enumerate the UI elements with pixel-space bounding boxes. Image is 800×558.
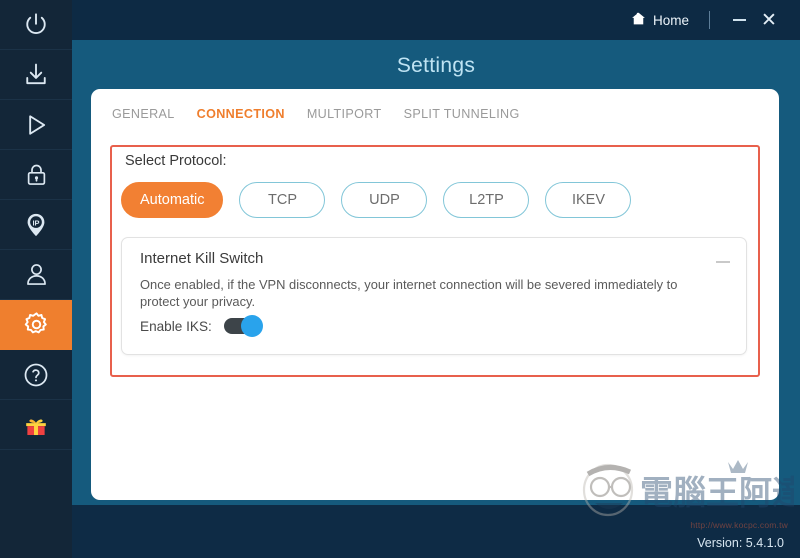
gear-icon xyxy=(22,310,51,339)
sidebar-item-settings[interactable] xyxy=(0,300,72,350)
protocol-option-tcp[interactable]: TCP xyxy=(239,182,325,218)
sidebar-item-account[interactable] xyxy=(0,250,72,300)
sidebar-item-download[interactable] xyxy=(0,50,72,100)
minimize-button[interactable] xyxy=(724,7,754,33)
protocol-options: Automatic TCP UDP L2TP IKEV xyxy=(121,182,631,218)
settings-tabs: GENERAL CONNECTION MULTIPORT SPLIT TUNNE… xyxy=(91,89,779,121)
help-icon xyxy=(22,361,50,389)
titlebar-divider xyxy=(709,11,710,29)
tab-multiport[interactable]: MULTIPORT xyxy=(307,107,382,121)
sidebar-item-lock[interactable] xyxy=(0,150,72,200)
kill-switch-description: Once enabled, if the VPN disconnects, yo… xyxy=(140,276,700,310)
tab-split-tunneling[interactable]: SPLIT TUNNELING xyxy=(404,107,520,121)
title-bar: Home ✕ xyxy=(72,0,800,40)
sidebar-item-play[interactable] xyxy=(0,100,72,150)
home-label: Home xyxy=(653,13,689,28)
user-icon xyxy=(23,261,50,288)
toggle-knob xyxy=(241,315,263,337)
tab-connection[interactable]: CONNECTION xyxy=(197,107,285,121)
watermark-url: http://www.kocpc.com.tw xyxy=(690,520,788,530)
home-icon xyxy=(631,11,646,29)
gift-icon xyxy=(22,411,50,439)
home-button[interactable]: Home xyxy=(625,8,695,32)
tab-general[interactable]: GENERAL xyxy=(112,107,175,121)
sidebar-item-power[interactable] xyxy=(0,0,72,50)
minimize-icon xyxy=(733,19,746,21)
close-icon: ✕ xyxy=(761,11,777,30)
kill-switch-toggle-row: Enable IKS: xyxy=(140,318,258,334)
version-label: Version: 5.4.1.0 xyxy=(697,536,784,550)
internet-kill-switch-card: Internet Kill Switch Once enabled, if th… xyxy=(121,237,747,355)
sidebar-item-gift[interactable] xyxy=(0,400,72,450)
close-button[interactable]: ✕ xyxy=(754,7,784,33)
lock-icon xyxy=(23,161,50,188)
content-area: Home ✕ Settings GENERAL CONNECTION MULTI… xyxy=(72,0,800,558)
sidebar-item-help[interactable] xyxy=(0,350,72,400)
protocol-option-l2tp[interactable]: L2TP xyxy=(443,182,529,218)
sidebar: IP xyxy=(0,0,72,558)
vpn-settings-window: IP xyxy=(0,0,800,558)
play-icon xyxy=(22,111,50,139)
collapse-icon[interactable] xyxy=(716,261,730,263)
download-icon xyxy=(22,61,50,89)
protocol-option-udp[interactable]: UDP xyxy=(341,182,427,218)
sidebar-item-ip[interactable]: IP xyxy=(0,200,72,250)
enable-iks-toggle[interactable] xyxy=(224,318,258,334)
protocol-option-automatic[interactable]: Automatic xyxy=(121,182,223,218)
settings-panel: GENERAL CONNECTION MULTIPORT SPLIT TUNNE… xyxy=(91,89,779,500)
sidebar-filler xyxy=(0,450,72,558)
kill-switch-title: Internet Kill Switch xyxy=(140,250,263,267)
svg-text:IP: IP xyxy=(32,218,39,227)
ip-pin-icon: IP xyxy=(22,211,50,239)
power-icon xyxy=(21,10,51,40)
protocol-option-ikev[interactable]: IKEV xyxy=(545,182,631,218)
page-title: Settings xyxy=(72,54,800,78)
select-protocol-label: Select Protocol: xyxy=(125,153,227,169)
enable-iks-label: Enable IKS: xyxy=(140,319,212,334)
